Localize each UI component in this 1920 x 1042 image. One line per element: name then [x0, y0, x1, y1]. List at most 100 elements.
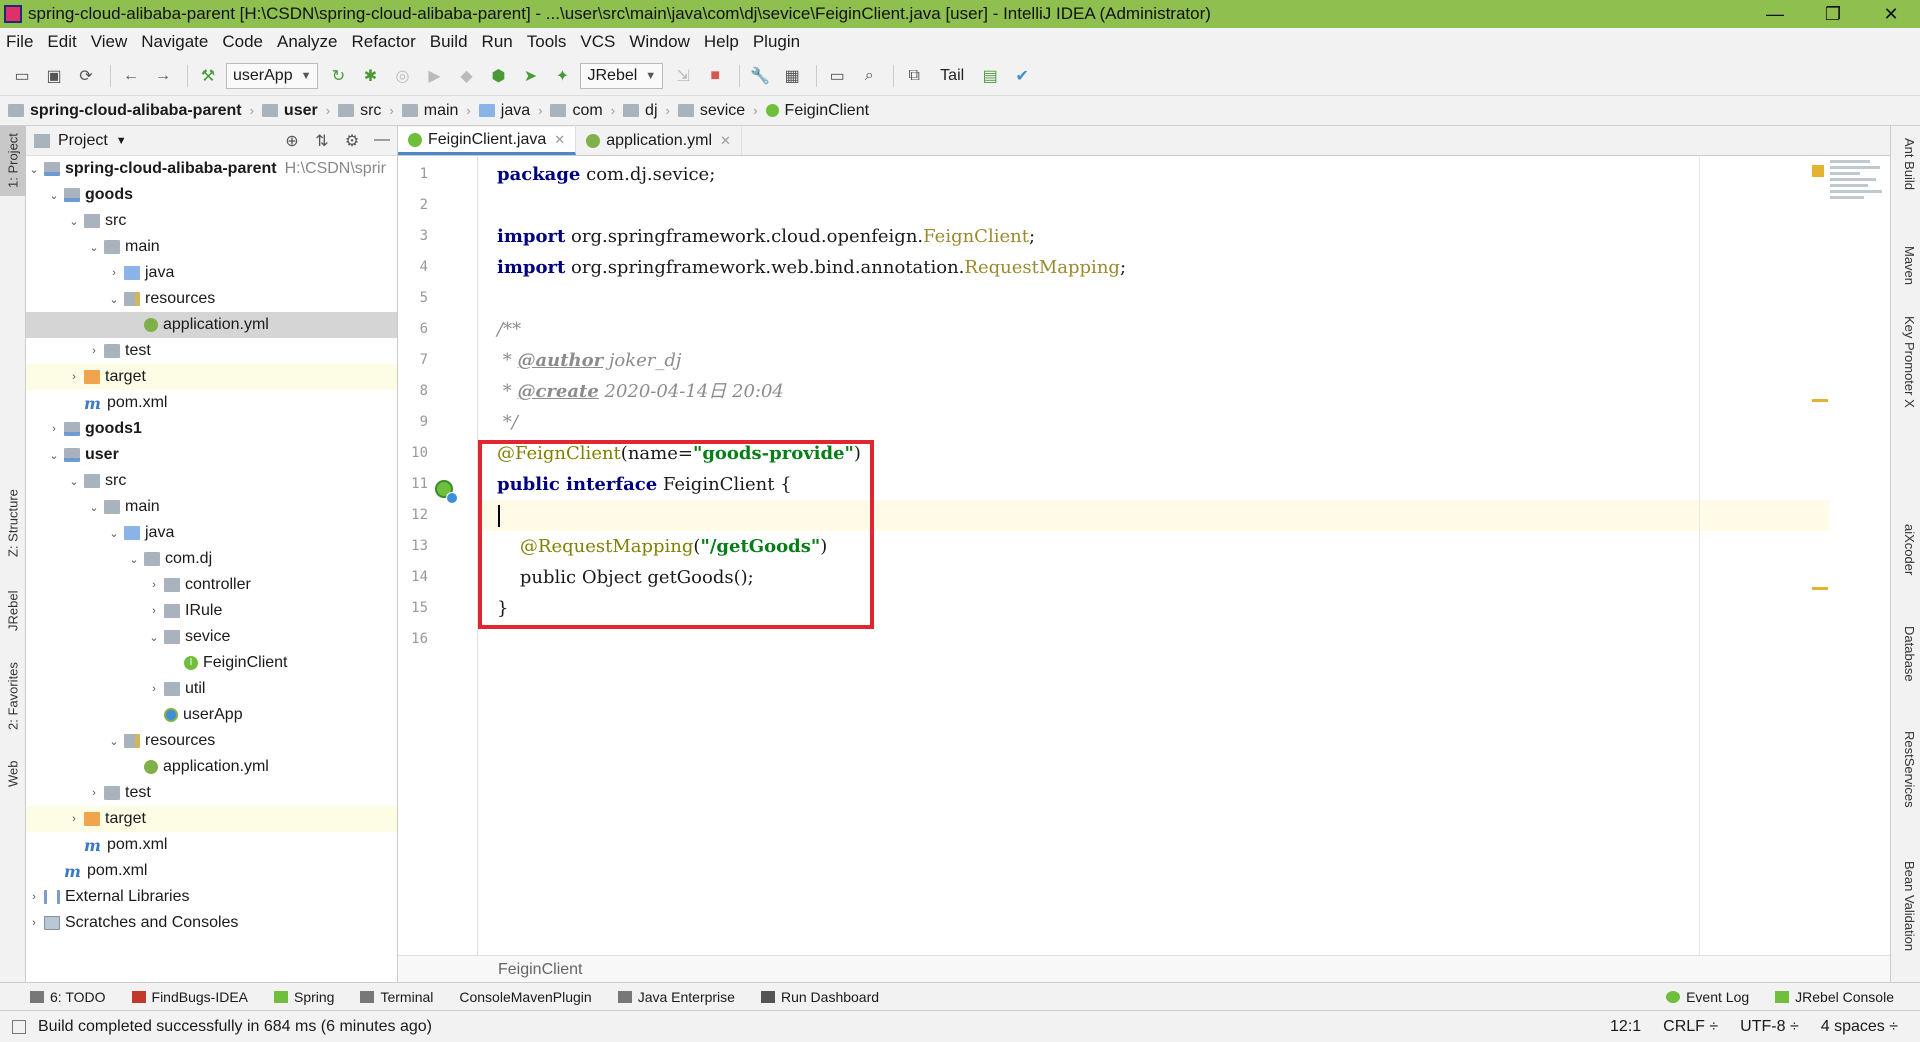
breadcrumb-item[interactable]: FeiginClient — [765, 102, 869, 120]
tree-item-irule[interactable]: › IRule — [26, 598, 397, 624]
breadcrumb-item[interactable]: dj › — [623, 102, 678, 120]
wrench-icon[interactable]: 🔧 — [746, 62, 774, 90]
tree-item-resources[interactable]: ⌄ resources — [26, 728, 397, 754]
gear-icon[interactable]: ⚙ — [337, 131, 367, 151]
chevron-down-icon[interactable]: ⌄ — [106, 293, 122, 306]
check-circle-icon[interactable]: ✔ — [1008, 62, 1036, 90]
maximize-button[interactable]: ❐ — [1804, 4, 1862, 25]
menu-code[interactable]: Code — [222, 32, 263, 52]
tree-item-src[interactable]: ⌄ src — [26, 468, 397, 494]
vcs-icon[interactable]: ⧉ — [900, 62, 928, 90]
menu-analyze[interactable]: Analyze — [277, 32, 337, 52]
editor-breadcrumb[interactable]: FeiginClient — [398, 955, 1890, 982]
tree-item-java[interactable]: ⌄ java — [26, 520, 397, 546]
chevron-down-icon[interactable]: ⌄ — [26, 163, 42, 176]
tab-spring[interactable]: Spring — [274, 989, 334, 1005]
tree-item-userapp[interactable]: userApp — [26, 702, 397, 728]
menu-plugin[interactable]: Plugin — [753, 32, 800, 52]
menu-help[interactable]: Help — [704, 32, 739, 52]
minimize-button[interactable]: — — [1746, 4, 1804, 25]
tab-application-yml[interactable]: application.yml ✕ — [576, 127, 742, 155]
close-icon[interactable]: ✕ — [720, 133, 731, 149]
chevron-right-icon[interactable]: › — [46, 423, 62, 435]
menu-refactor[interactable]: Refactor — [351, 32, 415, 52]
chevron-down-icon[interactable]: ▼ — [116, 135, 127, 147]
chevron-down-icon[interactable]: ⌄ — [126, 553, 142, 566]
tree-item-pom[interactable]: m pom.xml — [26, 832, 397, 858]
chevron-right-icon[interactable]: › — [86, 787, 102, 799]
chevron-down-icon[interactable]: ⌄ — [66, 215, 82, 228]
caret-position[interactable]: 12:1 — [1610, 1018, 1641, 1036]
statistic-icon[interactable]: ▤ — [976, 62, 1004, 90]
chevron-right-icon[interactable]: › — [66, 813, 82, 825]
collapse-all-icon[interactable]: ⇅ — [307, 131, 337, 151]
breadcrumb-item[interactable]: main › — [401, 102, 479, 120]
menu-navigate[interactable]: Navigate — [141, 32, 208, 52]
jrebel-run-icon[interactable]: ➤ — [516, 62, 544, 90]
chevron-right-icon[interactable]: › — [146, 579, 162, 591]
tail-button[interactable]: Tail — [932, 62, 972, 90]
tree-item-goods[interactable]: ⌄ goods — [26, 182, 397, 208]
chevron-down-icon[interactable]: ⌄ — [106, 735, 122, 748]
menu-build[interactable]: Build — [430, 32, 468, 52]
menu-vcs[interactable]: VCS — [580, 32, 615, 52]
close-button[interactable]: ✕ — [1862, 4, 1920, 25]
tab-database[interactable]: Database — [1895, 626, 1917, 682]
tab-favorites[interactable]: 2: Favorites — [0, 654, 26, 739]
jrebel-debug-icon[interactable]: ⬢ — [484, 62, 512, 90]
tree-item-scratches[interactable]: › Scratches and Consoles — [26, 910, 397, 936]
close-icon[interactable]: ✕ — [554, 132, 565, 148]
tree-item-main[interactable]: ⌄ main — [26, 494, 397, 520]
build-hammer-icon[interactable]: ⚒ — [194, 62, 222, 90]
breadcrumb-item[interactable]: spring-cloud-alibaba-parent › — [8, 102, 262, 120]
breadcrumb-item[interactable]: java › — [478, 102, 551, 120]
chevron-right-icon[interactable]: › — [146, 605, 162, 617]
tab-run-dashboard[interactable]: Run Dashboard — [760, 989, 879, 1005]
tree-item-target[interactable]: › target — [26, 806, 397, 832]
chevron-right-icon[interactable]: › — [26, 891, 42, 903]
tab-project[interactable]: 1: Project — [0, 126, 26, 196]
tree-item-target[interactable]: › target — [26, 364, 397, 390]
chevron-down-icon[interactable]: ⌄ — [46, 449, 62, 462]
menu-file[interactable]: File — [6, 32, 33, 52]
tree-item-pom[interactable]: m pom.xml — [26, 390, 397, 416]
menu-view[interactable]: View — [91, 32, 128, 52]
chevron-down-icon[interactable]: ⌄ — [146, 631, 162, 644]
warning-stripe-icon[interactable] — [1812, 587, 1828, 590]
profile-icon[interactable]: ◆ — [452, 62, 480, 90]
rerun-icon[interactable]: ↻ — [324, 62, 352, 90]
tree-item-java[interactable]: › java — [26, 260, 397, 286]
tree-item-application-yml[interactable]: application.yml — [26, 754, 397, 780]
warning-marker-icon[interactable] — [1812, 165, 1824, 177]
tab-event-log[interactable]: Event Log — [1666, 989, 1749, 1005]
tree-item-goods1[interactable]: › goods1 — [26, 416, 397, 442]
breadcrumb-item[interactable]: user › — [261, 102, 338, 120]
tab-jrebel-console[interactable]: JRebel Console — [1775, 989, 1894, 1005]
tree-item-feiginclient[interactable]: I FeiginClient — [26, 650, 397, 676]
chevron-right-icon[interactable]: › — [146, 683, 162, 695]
tab-terminal[interactable]: Terminal — [360, 989, 433, 1005]
implemented-icon[interactable] — [446, 492, 458, 504]
chevron-down-icon[interactable]: ⌄ — [86, 241, 102, 254]
toggle-tool-windows-icon[interactable] — [12, 1019, 26, 1034]
warning-stripe-icon[interactable] — [1812, 399, 1828, 402]
tab-feiginclient-java[interactable]: FeiginClient.java ✕ — [398, 127, 577, 155]
chevron-down-icon[interactable]: ⌄ — [106, 527, 122, 540]
chevron-down-icon[interactable]: ⌄ — [86, 501, 102, 514]
back-arrow-icon[interactable]: ← — [117, 62, 145, 90]
save-icon[interactable]: ▣ — [40, 62, 68, 90]
menu-window[interactable]: Window — [629, 32, 689, 52]
tree-item-sevice[interactable]: ⌄ sevice — [26, 624, 397, 650]
chevron-down-icon[interactable]: ⌄ — [46, 189, 62, 202]
chevron-right-icon[interactable]: › — [66, 371, 82, 383]
tab-ant-build[interactable]: Ant Build — [1895, 138, 1917, 190]
tree-item-resources[interactable]: ⌄ resources — [26, 286, 397, 312]
tab-key-promoter[interactable]: Key Promoter X — [1895, 316, 1917, 408]
chevron-down-icon[interactable]: ⌄ — [66, 475, 82, 488]
tab-aixcoder[interactable]: aiXcoder — [1895, 524, 1917, 575]
menu-edit[interactable]: Edit — [47, 32, 76, 52]
menu-tools[interactable]: Tools — [527, 32, 567, 52]
debug-bug-icon[interactable]: ✱ — [356, 62, 384, 90]
hide-icon[interactable]: — — [367, 131, 397, 151]
tree-item-controller[interactable]: › controller — [26, 572, 397, 598]
